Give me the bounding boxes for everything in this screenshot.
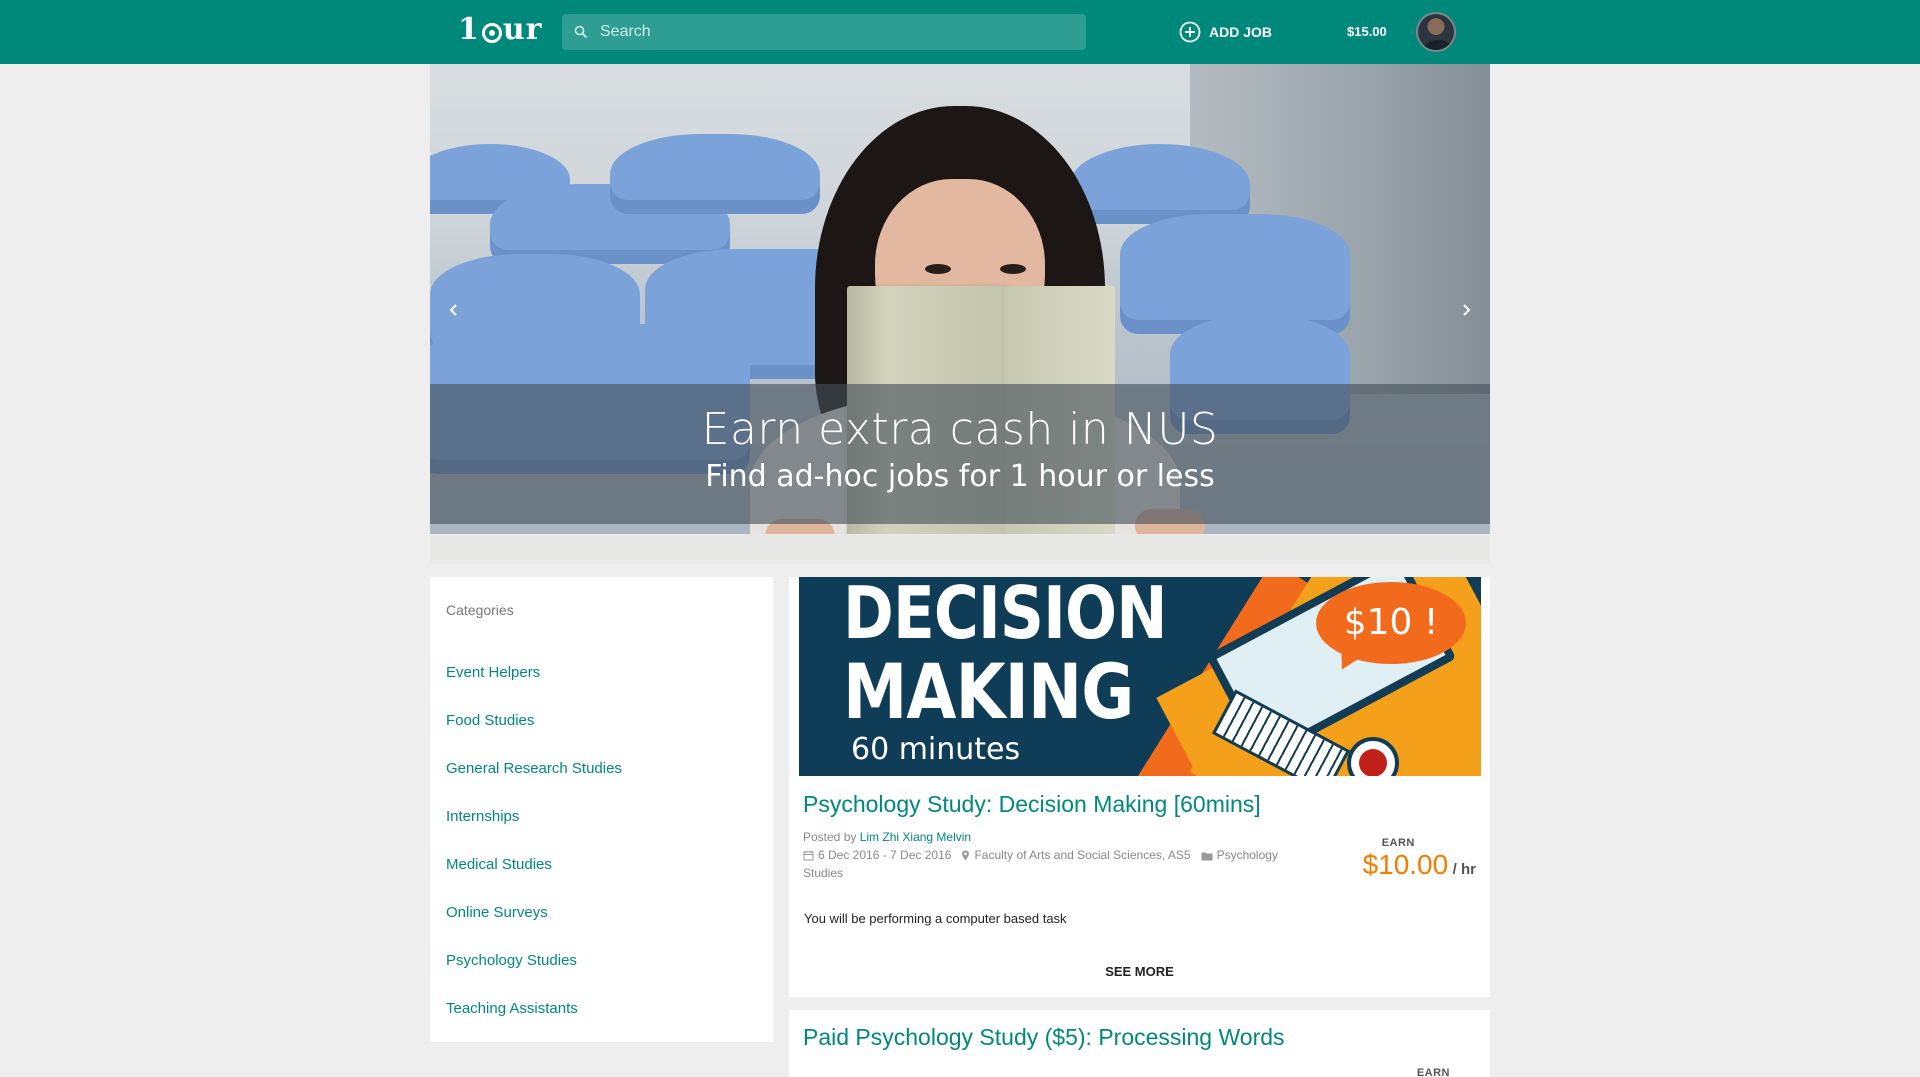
earn-block: EARN $10.00 / hr bbox=[1363, 837, 1476, 881]
top-app-bar: 1ur ADD JOB $15.00 bbox=[0, 0, 1920, 64]
job-location: Faculty of Arts and Social Sciences, AS5 bbox=[974, 848, 1191, 862]
category-food-studies[interactable]: Food Studies bbox=[446, 712, 622, 760]
wallet-balance[interactable]: $15.00 bbox=[1347, 24, 1387, 39]
search-bar[interactable] bbox=[562, 14, 1086, 50]
job-dates: 6 Dec 2016 - 7 Dec 2016 bbox=[818, 848, 952, 862]
calendar-icon bbox=[803, 850, 814, 861]
hero-caption: Earn extra cash in NUS Find ad-hoc jobs … bbox=[430, 384, 1490, 524]
earn-label: EARN bbox=[1416, 1067, 1450, 1077]
category-general-research-studies[interactable]: General Research Studies bbox=[446, 760, 622, 808]
search-input[interactable] bbox=[600, 23, 1060, 41]
earn-label: EARN bbox=[1381, 837, 1415, 849]
location-pin-icon bbox=[962, 850, 970, 861]
category-medical-studies[interactable]: Medical Studies bbox=[446, 856, 622, 904]
chevron-right-icon bbox=[1463, 304, 1471, 316]
hero-photo-seat bbox=[610, 134, 820, 214]
add-job-button[interactable]: ADD JOB bbox=[1179, 20, 1272, 44]
category-psychology-studies[interactable]: Psychology Studies bbox=[446, 952, 622, 1000]
hero-photo-eye bbox=[925, 264, 951, 274]
poster-link[interactable]: Lim Zhi Xiang Melvin bbox=[860, 830, 971, 844]
banner-price-bubble: $10 ! bbox=[1316, 582, 1466, 664]
job-title[interactable]: Paid Psychology Study ($5): Processing W… bbox=[803, 1024, 1285, 1051]
hero-subtitle: Find ad-hoc jobs for 1 hour or less bbox=[705, 459, 1215, 494]
earn-rate-unit: / hr bbox=[1452, 861, 1476, 878]
hero-photo-eye bbox=[1000, 264, 1026, 274]
category-internships[interactable]: Internships bbox=[446, 808, 622, 856]
carousel-next-button[interactable] bbox=[1452, 298, 1480, 326]
user-avatar[interactable] bbox=[1416, 12, 1456, 52]
see-more-button[interactable]: SEE MORE bbox=[789, 964, 1490, 979]
job-title[interactable]: Psychology Study: Decision Making [60min… bbox=[803, 791, 1261, 818]
posted-by-label: Posted by bbox=[803, 830, 857, 844]
earn-amount: $10.00 bbox=[1362, 849, 1449, 880]
category-event-helpers[interactable]: Event Helpers bbox=[446, 664, 622, 712]
hero-photo-desk bbox=[430, 534, 1490, 564]
folder-icon bbox=[1201, 852, 1213, 861]
banner-text-line3: 60 minutes bbox=[851, 732, 1021, 767]
chevron-left-icon bbox=[449, 304, 457, 316]
job-card[interactable]: $10 ! DECISION MAKING 60 minutes Psychol… bbox=[789, 577, 1490, 997]
job-banner-image[interactable]: $10 ! DECISION MAKING 60 minutes bbox=[799, 577, 1481, 776]
job-meta: Posted by Lim Zhi Xiang Melvin 6 Dec 201… bbox=[803, 828, 1308, 882]
hero-title: Earn extra cash in NUS bbox=[701, 404, 1219, 455]
category-online-surveys[interactable]: Online Surveys bbox=[446, 904, 622, 952]
app-logo[interactable]: 1 ur bbox=[458, 12, 543, 47]
add-job-label: ADD JOB bbox=[1209, 24, 1273, 40]
add-circle-icon bbox=[1179, 21, 1201, 43]
search-icon bbox=[574, 25, 600, 39]
category-teaching-assistants[interactable]: Teaching Assistants bbox=[446, 1000, 622, 1048]
categories-heading: Categories bbox=[446, 602, 514, 618]
hero-carousel: Earn extra cash in NUS Find ad-hoc jobs … bbox=[430, 64, 1490, 564]
banner-text-line2: MAKING bbox=[843, 647, 1134, 736]
carousel-prev-button[interactable] bbox=[440, 298, 468, 326]
hero-photo-seat bbox=[1070, 144, 1250, 224]
job-card[interactable]: Paid Psychology Study ($5): Processing W… bbox=[789, 1010, 1490, 1077]
categories-list: Event Helpers Food Studies General Resea… bbox=[446, 664, 622, 1048]
banner-text-line1: DECISION bbox=[843, 577, 1167, 655]
job-description: You will be performing a computer based … bbox=[804, 911, 1067, 926]
logo-clock-icon bbox=[481, 22, 502, 43]
categories-panel: Categories Event Helpers Food Studies Ge… bbox=[430, 577, 773, 1042]
